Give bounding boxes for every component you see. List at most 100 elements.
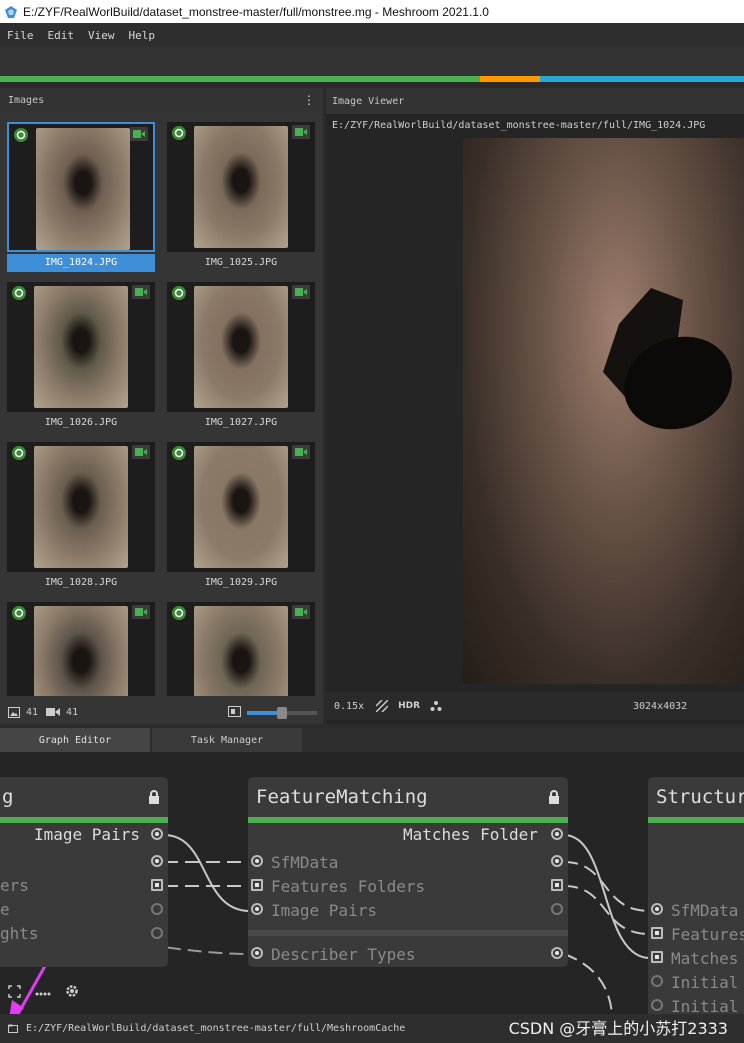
thumbnail-size-icon [228, 706, 241, 720]
window-title: E:/ZYF/RealWorlBuild/dataset_monstree-ma… [23, 4, 489, 19]
camera-intrinsics-icon [292, 125, 310, 139]
thumbnail-label: IMG_1028.JPG [44, 577, 118, 588]
attr-image-pairs-out: Image Pairs [34, 825, 140, 844]
fit-view-icon[interactable] [8, 984, 21, 1001]
node-title: Structur [656, 786, 744, 808]
attr-sfm-initial-2: Initial [671, 997, 739, 1014]
metadata-icon[interactable] [430, 700, 442, 712]
pin-sfmdata-out-fm[interactable] [551, 855, 563, 867]
pin-sfm-sfmdata[interactable] [651, 903, 663, 915]
folder-icon[interactable] [8, 1024, 18, 1033]
pin-matches-out[interactable] [551, 828, 563, 840]
pin-features-in[interactable] [251, 879, 263, 891]
slider-handle[interactable] [277, 707, 287, 719]
reconstructed-icon [12, 286, 26, 300]
cache-path: E:/ZYF/RealWorlBuild/dataset_monstree-ma… [26, 1023, 406, 1034]
image-thumbnail[interactable]: IMG_1028.JPG [7, 442, 157, 592]
reconstructed-icon [172, 126, 186, 140]
attr-sfm-initial-1: Initial [671, 973, 739, 992]
image-count: 41 [26, 706, 39, 718]
thumbnail-frame [167, 602, 315, 696]
hdr-toggle[interactable]: HDR [398, 701, 420, 711]
node-separator [248, 930, 568, 936]
image-viewer-panel: Image Viewer E:/ZYF/RealWorlBuild/datase… [326, 88, 744, 724]
attr-describer-types: Describer Types [271, 945, 416, 964]
node-feature-matching[interactable]: FeatureMatching [248, 777, 568, 967]
attr-sfmdata: SfMData [271, 853, 339, 872]
lock-icon [549, 790, 559, 804]
thumbnail-label: IMG_1029.JPG [204, 577, 278, 588]
attr-image-pairs: Image Pairs [271, 901, 377, 920]
reconstructed-icon [14, 128, 28, 142]
image-thumbnail[interactable]: IMG_1029.JPG [167, 442, 317, 592]
tab-task-manager[interactable]: Task Manager [152, 728, 302, 752]
graph-editor[interactable]: g Image Pairs ers e ghts FeatureMatching… [0, 752, 744, 1014]
pin-sfm-initial-1[interactable] [651, 975, 663, 987]
pin-sfm-matches[interactable] [651, 951, 663, 963]
node-title: FeatureMatching [256, 786, 428, 808]
pin-describer-out[interactable] [551, 947, 563, 959]
pin-image-pairs-out[interactable] [151, 828, 163, 840]
pin-empty-2[interactable] [151, 927, 163, 939]
edge-describer-out [563, 953, 613, 1014]
image-gallery[interactable]: IMG_1024.JPG IMG_1025.JPG IMG_1026.JPG IMG_… [0, 118, 323, 696]
thumbnail-photo [194, 606, 288, 696]
thumbnail-photo [194, 286, 288, 408]
menu-edit[interactable]: Edit [41, 29, 82, 42]
annotation-arrow-head [9, 1000, 24, 1014]
image-resolution: 3024x4032 [633, 700, 688, 712]
image-thumbnail[interactable] [7, 602, 157, 696]
zoom-level: 0.15x [334, 700, 365, 712]
thumbnail-size-control [228, 706, 317, 720]
pin-empty-1[interactable] [151, 903, 163, 915]
watermark: CSDN @牙膏上的小苏打2333 [508, 1019, 728, 1038]
thumbnail-frame [7, 442, 155, 572]
images-footer: 41 41 [0, 700, 323, 724]
menu-help[interactable]: Help [122, 29, 163, 42]
attr-ghts: ghts [0, 924, 39, 943]
menu-file[interactable]: File [0, 29, 41, 42]
thumbnail-photo [34, 446, 128, 568]
status-bar: E:/ZYF/RealWorlBuild/dataset_monstree-ma… [0, 1014, 744, 1043]
thumbnail-label: IMG_1026.JPG [44, 417, 118, 428]
pin-sfmdata-in[interactable] [251, 855, 263, 867]
lock-icon [149, 790, 159, 804]
edges-style-icon[interactable] [35, 986, 51, 1000]
pin-features-out-fm[interactable] [551, 879, 563, 891]
pin-sfm-initial-2[interactable] [651, 999, 663, 1011]
thumbnail-label: IMG_1025.JPG [204, 257, 278, 268]
attr-e: e [0, 900, 10, 919]
more-options-icon[interactable]: ⋮ [303, 93, 315, 107]
viewer-footer: 0.15x HDR 3024x4032 [326, 692, 744, 720]
viewer-image[interactable] [463, 138, 744, 684]
image-thumbnail[interactable]: IMG_1026.JPG [7, 282, 157, 432]
thumbnail-size-slider[interactable] [247, 707, 317, 719]
images-panel-header: Images ⋮ [0, 88, 323, 112]
tab-graph-editor[interactable]: Graph Editor [0, 728, 150, 752]
hatch-icon[interactable] [376, 700, 389, 712]
gear-icon[interactable] [65, 984, 79, 1001]
image-icon [8, 706, 20, 718]
pin-features-out[interactable] [151, 879, 163, 891]
thumbnail-frame [7, 282, 155, 412]
pin-sfm-features[interactable] [651, 927, 663, 939]
thumbnail-frame [7, 122, 155, 252]
camera-intrinsics-icon [130, 127, 148, 141]
reconstructed-icon [12, 446, 26, 460]
image-thumbnail[interactable] [167, 602, 317, 696]
pin-sfmdata-out[interactable] [151, 855, 163, 867]
image-viewer-header: Image Viewer [326, 88, 744, 114]
attr-sfm-matches: Matches [671, 949, 739, 968]
pin-describer-in[interactable] [251, 947, 263, 959]
pin-image-pairs-in[interactable] [251, 903, 263, 915]
pin-empty-fm[interactable] [551, 903, 563, 915]
image-thumbnail[interactable]: IMG_1024.JPG [7, 122, 157, 272]
attr-features-folders: Features Folders [271, 877, 426, 896]
menu-view[interactable]: View [81, 29, 122, 42]
thumbnail-frame [167, 282, 315, 412]
reconstructed-icon [172, 286, 186, 300]
image-thumbnail[interactable]: IMG_1027.JPG [167, 282, 317, 432]
node-title: g [2, 786, 14, 808]
image-thumbnail[interactable]: IMG_1025.JPG [167, 122, 317, 272]
reconstructed-icon [172, 446, 186, 460]
